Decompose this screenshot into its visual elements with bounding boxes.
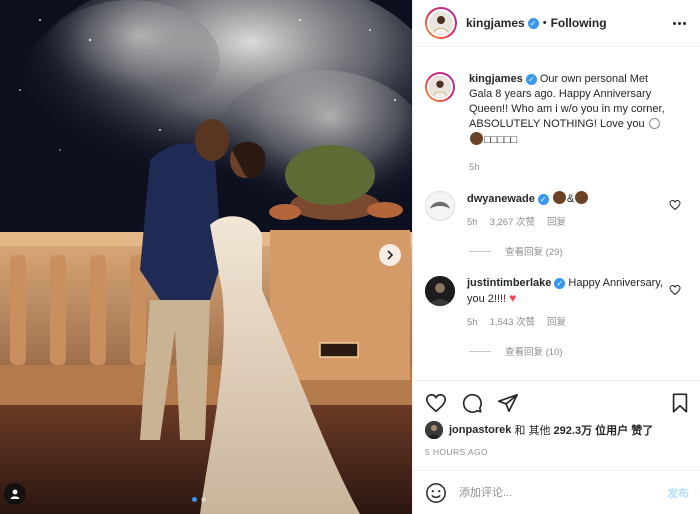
author-avatar-image [429,11,453,35]
comment-text: & [566,193,575,205]
chevron-right-icon [387,250,394,260]
caption-meta: 5h [469,160,665,175]
more-icon[interactable] [669,18,690,29]
add-comment-bar: 发布 [413,470,700,514]
verified-badge-icon: ✓ [527,17,539,29]
caption-tail: □□□□□ [484,134,518,146]
carousel-dot-2 [201,497,206,502]
action-icons [425,391,691,415]
replies-divider [469,350,491,352]
face-emoji-icon [575,191,589,204]
post-header: kingjames ✓ • Following [413,0,700,47]
verified-badge-icon: ✓ [537,193,549,205]
caption-username[interactable]: kingjames [469,73,523,85]
post-photo[interactable] [0,0,412,514]
author-avatar-ring[interactable] [425,7,457,39]
author-username[interactable]: kingjames [466,16,525,30]
replies-divider [469,250,491,252]
verified-badge-icon: ✓ [525,73,537,85]
caption-body: kingjames ✓ Our own personal Met Gala 8 y… [469,72,665,175]
caption-avatar-image [429,76,451,98]
caption-row: kingjames ✓ Our own personal Met Gala 8 y… [413,72,700,175]
avatar [427,9,455,37]
comment-meta: 5h 1,543 次赞 回复 [467,315,663,330]
heart-icon[interactable] [425,392,447,414]
red-heart-emoji-icon: ♥ [509,291,517,305]
view-replies-label: 查看回复 (29) [505,247,563,258]
comment-row: dwyanewade ✓ & 5h 3,267 次赞 回复 [413,191,700,230]
commenter-avatar[interactable] [425,191,455,221]
share-icon[interactable] [497,392,519,414]
view-replies-label: 查看回复 (10) [505,347,563,358]
comment-body: dwyanewade ✓ & 5h 3,267 次赞 回复 [467,191,663,230]
view-replies-button[interactable]: 查看回复 (10) [469,344,700,358]
caption-time: 5h [469,162,480,173]
reply-button[interactable]: 回复 [547,215,566,230]
emoji-icon[interactable] [425,482,447,504]
comment-username[interactable]: justintimberlake [467,277,551,289]
caption-avatar-ring[interactable] [425,72,455,102]
heart-icon[interactable] [669,284,681,296]
comment-body: justintimberlake ✓ Happy Anniversary, you… [467,276,663,330]
carousel-indicator [192,497,206,502]
post-side-panel: kingjames ✓ • Following kingjames ✓ Our o… [412,0,700,514]
heart-icon[interactable] [669,199,681,211]
likes-count[interactable]: 292.3万 [554,422,593,438]
comment-icon[interactable] [461,392,483,414]
likes-mid-text: 和 其他 [514,425,551,437]
reply-button[interactable]: 回复 [547,315,566,330]
post-comment-button[interactable]: 发布 [667,485,689,501]
comment-like-count[interactable]: 1,543 次赞 [490,315,535,330]
comments-list: kingjames ✓ Our own personal Met Gala 8 y… [413,60,700,358]
commenter-avatar-image [426,192,454,220]
avatar [427,74,453,100]
crown-emoji-icon [552,191,566,204]
commenter-avatar-image [425,276,455,306]
view-replies-button[interactable]: 查看回复 (29) [469,244,700,258]
liker-avatar[interactable] [425,421,443,439]
photo-image [0,0,412,514]
commenter-avatar[interactable] [425,276,455,306]
post-timestamp[interactable]: 5 HOURS AGO [425,447,691,457]
likes-tail-text[interactable]: 位用户 赞了 [595,422,653,438]
bookmark-icon[interactable] [669,392,691,414]
user-tag-icon [10,489,20,499]
following-button[interactable]: Following [551,16,607,30]
header-separator: • [542,17,547,29]
liker-username[interactable]: jonpastorek [449,424,511,436]
comment-like-count[interactable]: 3,267 次赞 [490,215,535,230]
likes-summary: jonpastorek 和 其他 292.3万 位用户 赞了 [425,421,691,439]
verified-badge-icon: ✓ [554,277,566,289]
face-emoji-icon [470,132,483,145]
carousel-dot-1 [192,497,197,502]
liker-avatar-image [425,421,443,439]
smile-emoji-icon [648,118,660,129]
comment-row: justintimberlake ✓ Happy Anniversary, you… [413,276,700,330]
post-actions: jonpastorek 和 其他 292.3万 位用户 赞了 5 HOURS A… [413,380,700,457]
comment-input[interactable] [459,486,667,499]
comment-time: 5h [467,317,478,328]
next-photo-button[interactable] [379,244,401,266]
comment-meta: 5h 3,267 次赞 回复 [467,215,663,230]
comment-username[interactable]: dwyanewade [467,193,535,205]
tagged-users-button[interactable] [4,483,26,505]
comment-time: 5h [467,217,478,228]
